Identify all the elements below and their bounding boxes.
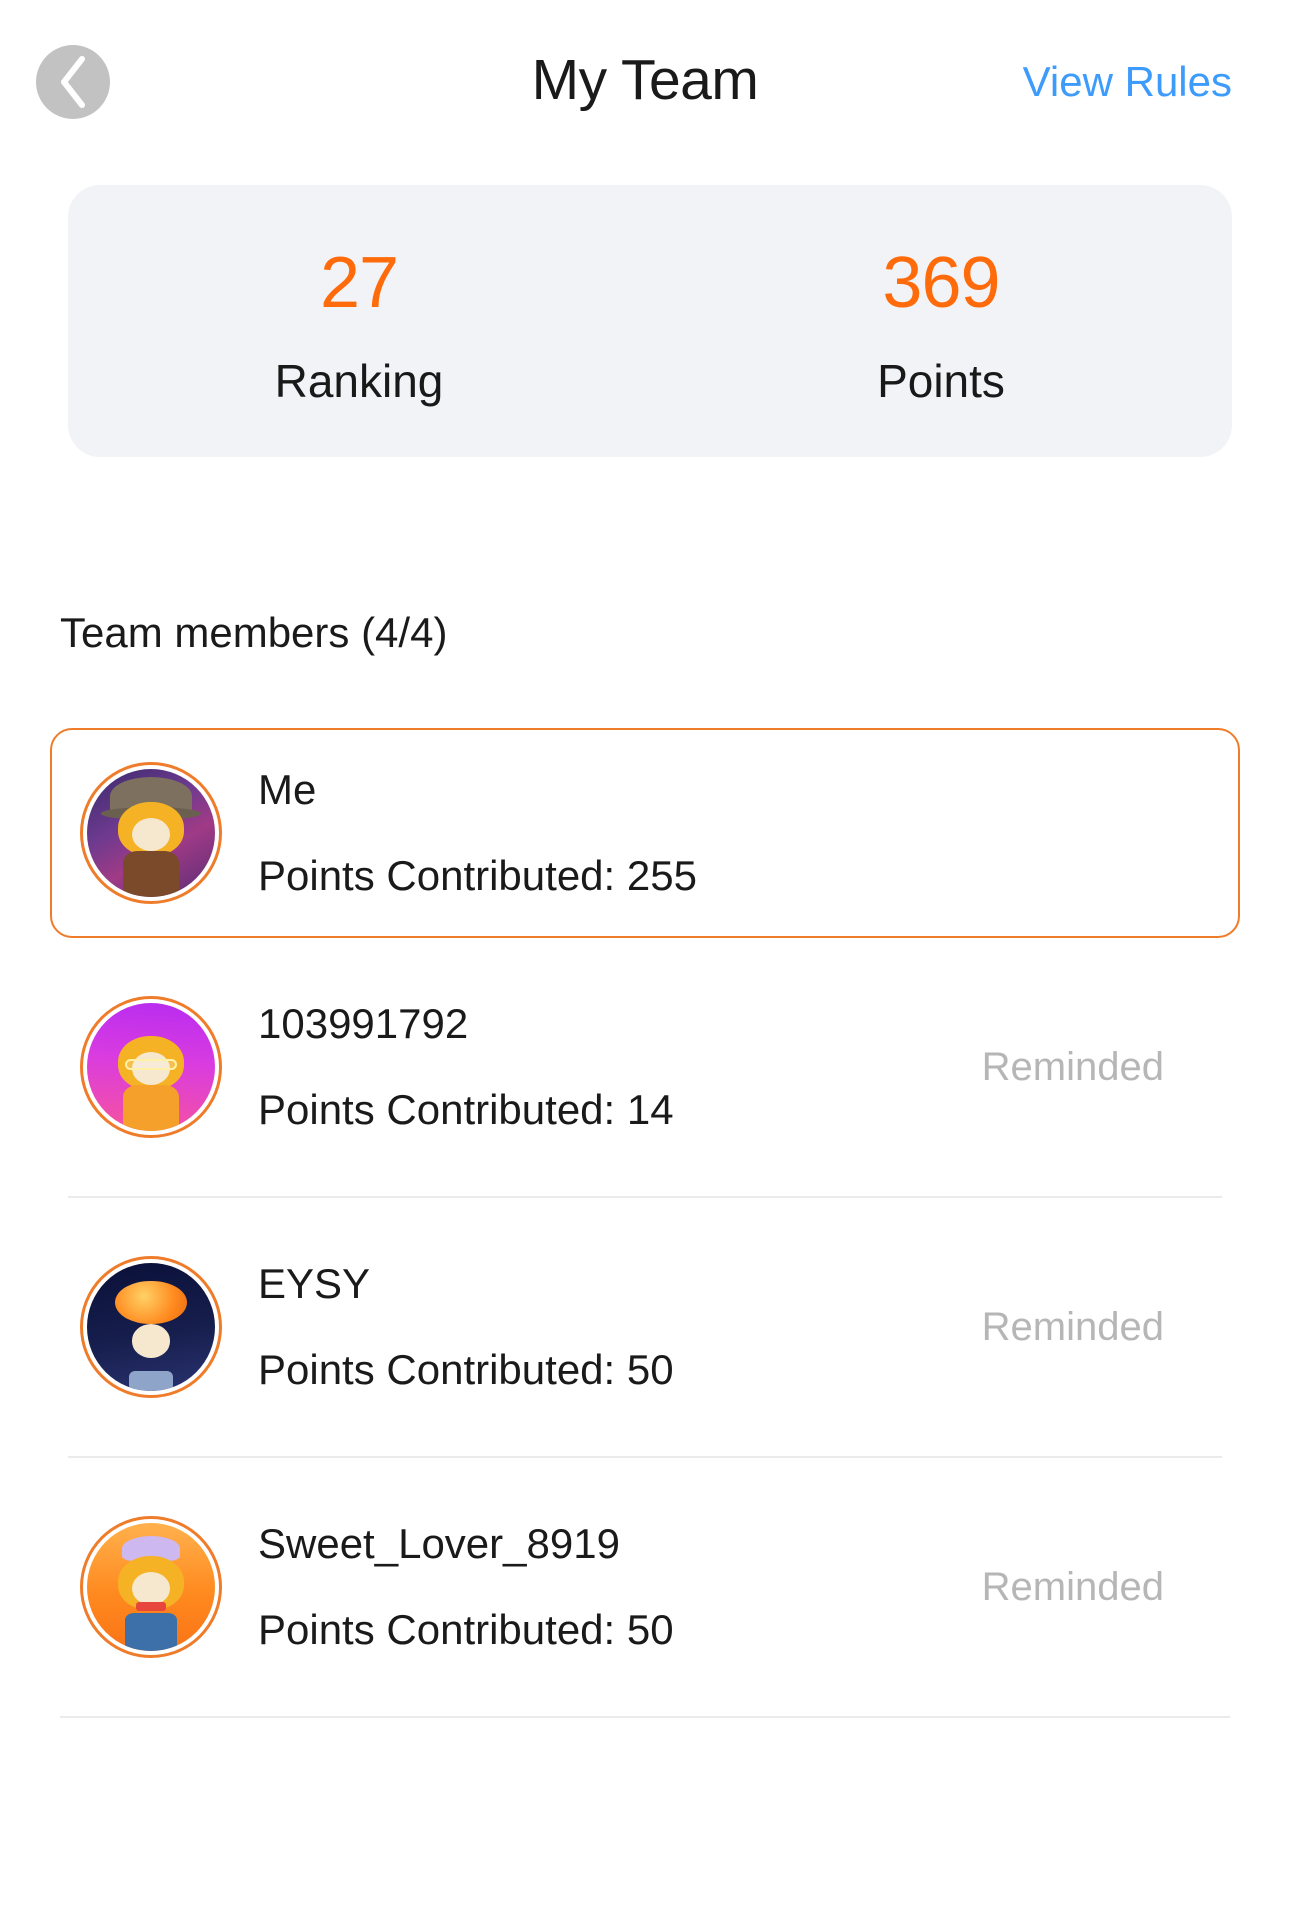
member-points: Points Contributed: 50 [258,1606,674,1653]
view-rules-link[interactable]: View Rules [1023,56,1232,108]
member-name: EYSY [258,1260,371,1307]
avatar [80,1516,222,1658]
status-badge: Reminded [981,1305,1164,1349]
member-info: 103991792 Points Contributed: 14 [258,998,958,1136]
stat-points: 369 Points [650,185,1232,457]
status-badge: Reminded [981,1565,1164,1609]
points-value: 369 [882,243,1000,323]
member-name: Sweet_Lover_8919 [258,1520,620,1567]
member-info: EYSY Points Contributed: 50 [258,1258,958,1396]
my-team-screen: My Team View Rules 27 Ranking 369 Points… [0,0,1290,1917]
ranking-value: 27 [319,243,399,323]
divider [60,1716,1230,1718]
member-points: Points Contributed: 14 [258,1086,674,1133]
member-name: Me [258,766,317,813]
avatar [80,762,222,904]
member-points: Points Contributed: 255 [258,852,697,899]
ranking-label: Ranking [274,355,444,407]
member-info: Sweet_Lover_8919 Points Contributed: 50 [258,1518,958,1656]
header-bar: My Team View Rules [0,0,1290,150]
list-item[interactable]: Sweet_Lover_8919 Points Contributed: 50 … [68,1458,1222,1716]
points-label: Points [877,355,1005,407]
member-name: 103991792 [258,1000,469,1047]
team-members-list: Me Points Contributed: 255 103991792 Poi… [0,728,1290,1718]
team-stats-card: 27 Ranking 369 Points [68,185,1232,457]
member-points: Points Contributed: 50 [258,1346,674,1393]
list-item[interactable]: 103991792 Points Contributed: 14 Reminde… [68,938,1222,1196]
avatar [80,996,222,1138]
avatar [80,1256,222,1398]
team-members-heading: Team members (4/4) [60,609,448,656]
status-badge: Reminded [981,1045,1164,1089]
list-item[interactable]: EYSY Points Contributed: 50 Reminded [68,1198,1222,1456]
list-item[interactable]: Me Points Contributed: 255 [50,728,1240,938]
stat-ranking: 27 Ranking [68,185,650,457]
member-info: Me Points Contributed: 255 [258,764,1214,902]
